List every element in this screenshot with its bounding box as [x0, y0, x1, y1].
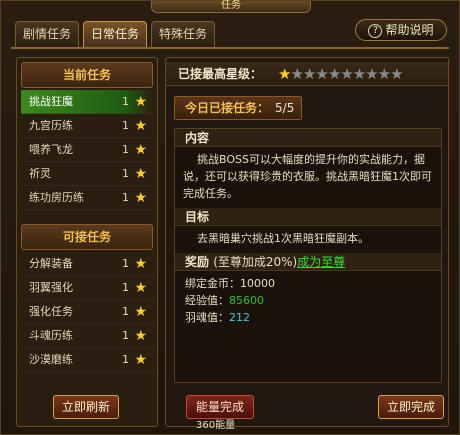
window-title: 任务 [151, 1, 311, 13]
task-count: 1 [122, 281, 129, 294]
star-icon: ★ [134, 142, 147, 158]
soul-value: 212 [229, 311, 250, 324]
star-icon: ★ [134, 352, 147, 368]
star-icon: ★ [134, 118, 147, 134]
today-accepted: 今日已接任务： 5/5 [174, 96, 302, 120]
highest-star-bar: 已接最高星级： ★★★★★★★★★★ [166, 62, 448, 86]
task-list-panel: 当前任务 挑战狂魔 1 ★ 九宫历练 1 ★ 喂养飞龙 1 ★ 祈灵 1 ★ 练… [16, 57, 158, 427]
task-name: 祈灵 [29, 167, 51, 180]
tab-divider [11, 47, 449, 49]
exp-value: 85600 [229, 294, 264, 307]
task-name: 羽翼强化 [29, 281, 73, 294]
star-icon: ★ [134, 94, 147, 110]
task-count: 1 [122, 167, 129, 180]
tab-daily[interactable]: 日常任务 [83, 21, 147, 47]
star-filled-icon: ★ [278, 65, 291, 83]
star-empty-icon: ★ [302, 65, 316, 83]
reward-gold: 绑定金币：10000 [175, 275, 441, 292]
become-vip-link[interactable]: 成为至尊 [297, 255, 345, 269]
star-icon: ★ [134, 280, 147, 296]
task-detail-panel: 已接最高星级： ★★★★★★★★★★ 今日已接任务： 5/5 内容 挑战BOSS可… [165, 57, 449, 431]
star-icon: ★ [134, 256, 147, 272]
tab-special[interactable]: 特殊任务 [151, 21, 215, 47]
task-name: 沙漠磨练 [29, 353, 73, 366]
task-count: 1 [122, 143, 129, 156]
star-icon: ★ [134, 328, 147, 344]
gold-value: 10000 [240, 277, 275, 290]
task-count: 1 [122, 95, 129, 108]
task-row-available-1[interactable]: 羽翼强化 1 ★ [21, 276, 153, 300]
task-name: 挑战狂魔 [29, 95, 73, 108]
vip-bonus: (至尊加成20%)成为至尊 [213, 255, 345, 269]
vip-bonus-text: (至尊加成20%) [213, 255, 298, 269]
task-row-current-1[interactable]: 九宫历练 1 ★ [21, 114, 153, 138]
star-empty-icon: ★ [352, 65, 366, 83]
task-count: 1 [122, 191, 129, 204]
current-task-list: 挑战狂魔 1 ★ 九宫历练 1 ★ 喂养飞龙 1 ★ 祈灵 1 ★ 练功房历练 [17, 90, 157, 210]
reward-list: 绑定金币：10000 经验值：85600 羽魂值：212 [175, 271, 441, 326]
help-button[interactable]: ? 帮助说明 [355, 19, 447, 41]
task-count: 1 [122, 305, 129, 318]
available-task-list: 分解装备 1 ★ 羽翼强化 1 ★ 强化任务 1 ★ 斗魂历练 1 ★ 沙漠磨练 [17, 252, 157, 372]
star-empty-icon: ★ [315, 65, 328, 83]
task-row-available-2[interactable]: 强化任务 1 ★ [21, 300, 153, 324]
help-label: 帮助说明 [385, 23, 434, 37]
reward-title: 奖励 [185, 255, 210, 269]
task-name: 喂养飞龙 [29, 143, 73, 156]
task-name: 九宫历练 [29, 119, 73, 132]
task-name: 分解装备 [29, 257, 73, 270]
task-count: 1 [122, 257, 129, 270]
star-empty-icon: ★ [377, 65, 391, 83]
finish-now-button[interactable]: 立即完成 [378, 395, 444, 419]
star-rating: ★★★★★★★★★★ [278, 62, 404, 86]
reward-soul: 羽魂值：212 [175, 309, 441, 326]
energy-cost: 360能量 [196, 420, 236, 431]
task-name: 斗魂历练 [29, 329, 73, 342]
gold-label: 绑定金币： [185, 277, 240, 290]
goal-text: 去黑暗巢穴挑战1次黑暗狂魔副本。 [197, 232, 369, 245]
star-icon: ★ [134, 166, 147, 182]
task-name: 强化任务 [29, 305, 73, 318]
task-name: 练功房历练 [29, 191, 84, 204]
available-tasks-header: 可接任务 [21, 224, 153, 250]
task-row-available-4[interactable]: 沙漠磨练 1 ★ [21, 348, 153, 372]
content-text: 挑战BOSS可以大幅度的提升你的实战能力，据说，还可以获得珍贵的衣服。挑战黑暗狂… [183, 153, 432, 200]
highest-star-label: 已接最高星级： [178, 67, 263, 81]
star-empty-icon: ★ [290, 65, 303, 83]
question-icon: ? [368, 24, 383, 38]
star-empty-icon: ★ [340, 65, 353, 83]
refresh-button[interactable]: 立即刷新 [53, 395, 119, 419]
content-header: 内容 [175, 129, 441, 147]
today-label: 今日已接任务： [185, 101, 270, 115]
reward-header: 奖励 (至尊加成20%)成为至尊 [175, 253, 441, 271]
task-row-current-0[interactable]: 挑战狂魔 1 ★ [21, 90, 153, 114]
task-row-available-0[interactable]: 分解装备 1 ★ [21, 252, 153, 276]
task-row-available-3[interactable]: 斗魂历练 1 ★ [21, 324, 153, 348]
goal-header: 目标 [175, 208, 441, 226]
current-tasks-header: 当前任务 [21, 62, 153, 88]
star-empty-icon: ★ [365, 65, 378, 83]
task-count: 1 [122, 353, 129, 366]
star-icon: ★ [134, 190, 147, 206]
tab-story[interactable]: 剧情任务 [15, 21, 79, 47]
energy-complete-button[interactable]: 能量完成 [186, 395, 254, 419]
star-empty-icon: ★ [327, 65, 341, 83]
task-row-current-3[interactable]: 祈灵 1 ★ [21, 162, 153, 186]
star-icon: ★ [134, 304, 147, 320]
task-count: 1 [122, 119, 129, 132]
task-row-current-2[interactable]: 喂养飞龙 1 ★ [21, 138, 153, 162]
tab-bar: 剧情任务 日常任务 特殊任务 [15, 21, 215, 47]
today-value: 5/5 [275, 101, 295, 115]
task-count: 1 [122, 329, 129, 342]
task-row-current-4[interactable]: 练功房历练 1 ★ [21, 186, 153, 210]
star-empty-icon: ★ [390, 65, 403, 83]
reward-exp: 经验值：85600 [175, 292, 441, 309]
task-info-box: 内容 挑战BOSS可以大幅度的提升你的实战能力，据说，还可以获得珍贵的衣服。挑战… [174, 128, 442, 383]
exp-label: 经验值： [185, 294, 229, 307]
task-window: 任务 剧情任务 日常任务 特殊任务 ? 帮助说明 当前任务 挑战狂魔 1 ★ 九宫… [0, 0, 460, 435]
soul-label: 羽魂值： [185, 311, 229, 324]
